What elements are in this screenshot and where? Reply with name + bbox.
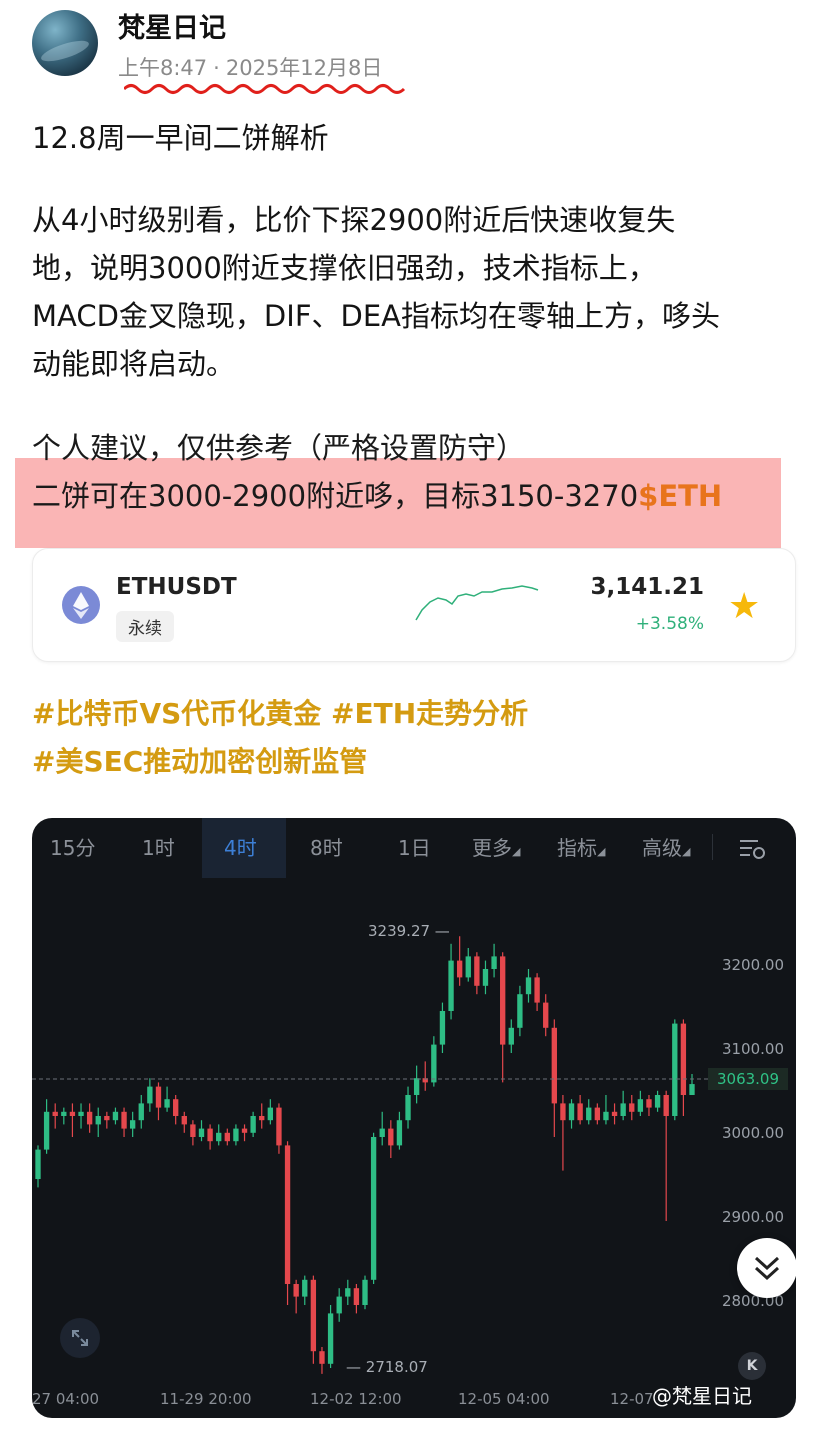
target-line: 二饼可在3000-2900附近哆，目标3150-3270$ETH	[32, 472, 722, 520]
target-text: 二饼可在3000-2900附近哆，目标3150-3270	[32, 479, 639, 513]
post-date: 2025年12月8日	[225, 56, 383, 80]
advice-text: 个人建议，仅供参考（严格设置防守）	[32, 431, 526, 465]
eth-cashtag-link[interactable]: $ETH	[638, 479, 722, 513]
y-tick-label: 2900.00	[721, 1208, 784, 1226]
kline-chart[interactable]: 15分 1时 4时 8时 1日 更多◢ 指标◢ 高级◢ 3200.00 3100…	[32, 818, 796, 1418]
wavy-underline-annotation	[124, 84, 406, 94]
expand-icon	[72, 1330, 88, 1346]
watermark: @梵星日记	[652, 1384, 752, 1408]
post-meta: 上午8:47 · 2025年12月8日	[118, 52, 382, 82]
low-price-value: 2718.07	[365, 1358, 428, 1376]
meta-separator: ·	[213, 56, 220, 80]
ticker-change: +3.58%	[635, 614, 704, 634]
hashtag-line[interactable]: #比特币VS代币化黄金 #ETH走势分析	[32, 690, 528, 738]
hashtag-line[interactable]: #美SEC推动加密创新监管	[32, 738, 367, 786]
x-tick-label: 12-02 12:00	[310, 1390, 402, 1408]
scroll-down-button[interactable]	[737, 1238, 796, 1298]
y-tick-label: 3200.00	[721, 956, 784, 974]
y-tick-label: 3000.00	[721, 1124, 784, 1142]
current-price-tag: 3063.09	[708, 1068, 788, 1090]
contract-tag: 永续	[116, 611, 174, 642]
body-line: 动能即将启动。	[32, 347, 236, 381]
k-button[interactable]: K	[738, 1352, 766, 1380]
post-time: 上午8:47	[118, 56, 208, 80]
y-tick-label: 3100.00	[721, 1040, 784, 1058]
high-price-label: 3239.27 —	[368, 922, 450, 940]
author-name[interactable]: 梵星日记	[118, 6, 226, 45]
body-line: MACD金叉隐现，DIF、DEA指标均在零轴上方，哆头	[32, 299, 720, 333]
x-tick-label: 27 04:00	[32, 1390, 100, 1408]
current-price-line	[32, 1078, 708, 1080]
ticker-price: 3,141.21	[590, 574, 705, 600]
body-line: 从4小时级别看，比价下探2900附近后快速收复失	[32, 203, 676, 237]
low-price-label: — 2718.07	[346, 1358, 428, 1376]
ticker-symbol: ETHUSDT	[116, 574, 237, 600]
x-tick-label: 11-29 20:00	[160, 1390, 252, 1408]
star-icon[interactable]: ★	[728, 586, 760, 627]
author-avatar[interactable]	[32, 10, 98, 76]
ethereum-icon	[62, 586, 100, 624]
fullscreen-button[interactable]	[60, 1318, 100, 1358]
x-tick-label: 12-07	[610, 1390, 654, 1408]
post-title: 12.8周一早间二饼解析	[32, 121, 329, 155]
sparkline	[415, 585, 539, 621]
x-tick-label: 12-05 04:00	[458, 1390, 550, 1408]
double-chevron-down-icon	[754, 1256, 780, 1281]
body-line: 地，说明3000附近支撑依旧强劲，技术指标上，	[32, 251, 657, 285]
post-body: 从4小时级别看，比价下探2900附近后快速收复失 地，说明3000附近支撑依旧强…	[32, 196, 720, 388]
high-price-value: 3239.27	[368, 922, 431, 940]
